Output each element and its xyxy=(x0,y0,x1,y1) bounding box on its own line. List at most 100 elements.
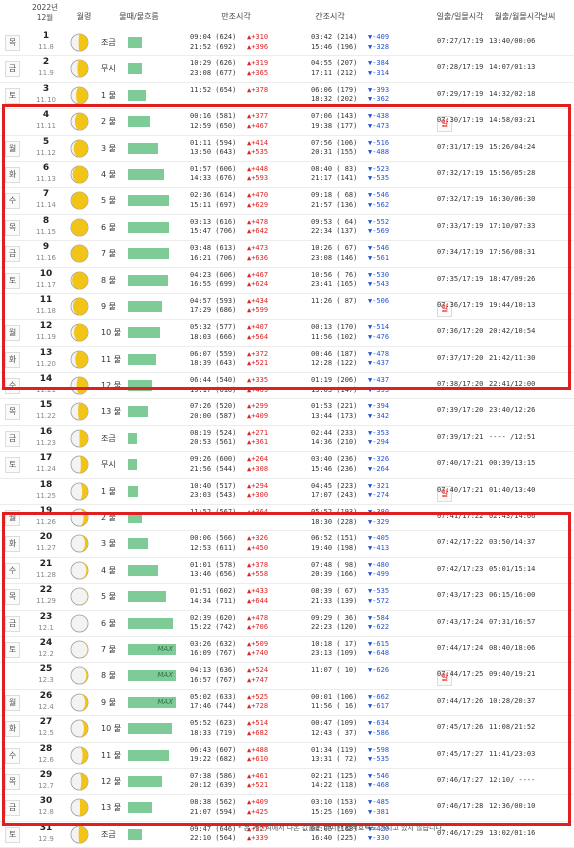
moonrise-moonset: 14:07/01:13 xyxy=(489,63,536,72)
moon-phase-icon xyxy=(70,614,89,633)
table-row: 일 11 11.18 9 물 04:57 (593) 17:29 (686) ▲+434 ▲+… xyxy=(0,294,574,321)
high-tide-time-line: 11:52 (567) xyxy=(190,508,237,517)
low-tide-time-line: 13:31 ( 72) xyxy=(311,755,358,764)
moonrise-moonset: 07:31/16:57 xyxy=(489,617,536,626)
low-tide-time-line: 18:30 (228) xyxy=(311,517,358,526)
table-row: 월 26 12.4 9 물 MAX 05:02 (633) 17:46 (744) ▲+525… xyxy=(0,690,574,717)
tide-strength-bar xyxy=(128,432,137,444)
high-tide-time-line: 01:11 (594) xyxy=(190,138,237,147)
sunrise-sunset: 07:27/17:19 xyxy=(437,37,484,45)
high-tide-diff-line: ▲+461 xyxy=(247,771,269,780)
sunrise-sunset: 07:30/17:19 xyxy=(437,116,484,125)
table-row: 수 7 11.14 5 물 02:36 (614) 15:11 (697) ▲+470 ▲+6… xyxy=(0,188,574,215)
low-tide-diff-line: ▼-543 xyxy=(368,280,390,289)
lunar-date: 12.3 xyxy=(38,676,54,685)
high-tide-time-line: 06:43 (607) xyxy=(190,745,237,754)
low-tide-diff-line: ▼-405 xyxy=(368,534,390,543)
high-tide-diff: ▲+478 ▲+642 xyxy=(247,218,268,237)
low-tide-diff-line: ▼-393 xyxy=(368,385,390,394)
header-low-tide: 간조시각 xyxy=(315,12,345,21)
high-tide-time: 04:57 (593) 17:29 (686) xyxy=(190,297,236,316)
moonrise-moonset: 02:43/14:06 xyxy=(489,512,536,521)
high-tide-diff-line: ▲+525 xyxy=(247,692,269,701)
low-tide-time-line: 19:38 (177) xyxy=(311,121,358,130)
high-tide-time: 04:13 (636) 16:57 (767) xyxy=(190,666,236,685)
high-tide-time-line: 14:33 (676) xyxy=(190,174,237,183)
high-tide-diff-line: ▲+740 xyxy=(247,649,269,658)
lunar-date: 11.22 xyxy=(35,412,57,421)
sunrise-sunset: 07:42/17:23 xyxy=(437,564,484,573)
low-tide-time-line: 15:46 (236) xyxy=(311,464,358,473)
header-phase: 월령 xyxy=(76,12,92,21)
low-tide-time-line: 10:26 ( 67) xyxy=(311,244,358,253)
day-of-week-badge: 목 xyxy=(5,773,20,790)
high-tide-time-line: 00:16 (581) xyxy=(190,112,237,121)
table-row: 화 13 11.20 11 물 06:07 (559) 18:39 (643) ▲+372 ▲… xyxy=(0,347,574,374)
moonrise-moonset: 14:58/03:21 xyxy=(489,116,536,125)
day-number: 19 xyxy=(39,506,53,517)
high-tide-diff: ▲+478 ▲+706 xyxy=(247,614,268,633)
low-tide-diff-line: ▼-409 xyxy=(368,33,390,41)
high-tide-diff: ▲+473 ▲+636 xyxy=(247,244,268,263)
low-tide-time-line: 02:21 (125) xyxy=(311,771,358,780)
day-number: 5 xyxy=(42,136,50,147)
high-tide-time: 03:13 (616) 15:47 (706) xyxy=(190,218,236,237)
tide-strength-bar xyxy=(128,723,172,735)
high-tide-time: 09:26 (600) 21:56 (544) xyxy=(190,455,236,474)
high-tide-diff: ▲+299 ▲+409 xyxy=(247,402,268,421)
day-number: 14 xyxy=(39,374,53,385)
low-tide-time-line: 06:52 (151) xyxy=(311,534,358,543)
low-tide-diff: ▼-384 ▼-314 xyxy=(368,59,389,78)
tide-age-label: 9 물 xyxy=(101,697,116,707)
tide-age-label: 2 물 xyxy=(101,513,116,523)
high-tide-time-line: 04:13 (636) xyxy=(190,666,237,675)
tide-age-label: 조금 xyxy=(101,433,116,443)
high-tide-diff-line: ▲+450 xyxy=(247,543,269,552)
low-tide-time-line: 00:46 (187) xyxy=(311,349,358,358)
low-tide-time-line: 23:08 (146) xyxy=(311,253,358,262)
sunrise-sunset: 07:42/17:22 xyxy=(437,538,484,547)
low-tide-diff-line: ▼-413 xyxy=(368,543,390,552)
high-tide-time-line: 05:32 (577) xyxy=(190,323,237,332)
day-of-week-badge: 수 xyxy=(5,562,20,579)
low-tide-time: 10:18 ( 17) 23:13 (109) xyxy=(311,640,357,659)
table-row: 수 21 11.28 4 물 01:01 (578) 13:46 (656) ▲+378 ▲+… xyxy=(0,558,574,585)
day-of-week-badge: 목 xyxy=(5,35,20,51)
table-row: 화 27 12.5 10 물 05:52 (623) 18:33 (719) ▲+514 ▲+… xyxy=(0,716,574,743)
tide-age-label: 11 물 xyxy=(101,750,122,760)
low-tide-time: 07:56 (106) 20:31 (155) xyxy=(311,139,357,158)
tide-age-label: 무시 xyxy=(101,460,116,470)
moonrise-moonset: 09:40/19:21 xyxy=(489,670,536,679)
sunrise-sunset: 07:46/17:27 xyxy=(437,775,484,784)
high-tide-time: 07:38 (586) 20:12 (639) xyxy=(190,772,236,791)
table-row: 목 1 11.8 조금 09:04 (624) 21:52 (692) ▲+310 ▲+396… xyxy=(0,30,574,57)
high-tide-diff: ▲+525 ▲+728 xyxy=(247,693,268,712)
moonrise-moonset: 11:08/21:52 xyxy=(489,723,536,732)
low-tide-diff-line: ▼-394 xyxy=(368,402,390,411)
moonrise-moonset: 22:41/12:00 xyxy=(489,380,536,389)
lunar-date: 11.13 xyxy=(35,174,57,183)
lunar-date: 11.19 xyxy=(35,333,57,342)
sunrise-sunset: 07:44/17:24 xyxy=(437,643,484,652)
high-tide-diff-line: ▲+642 xyxy=(247,227,269,236)
low-tide-time: 04:55 (207) 17:11 (212) xyxy=(311,59,357,78)
high-tide-time-line: 00:06 (566) xyxy=(190,534,237,543)
low-tide-time-line: 11:56 ( 16) xyxy=(311,702,358,711)
day-of-week-badge: 토 xyxy=(5,87,20,104)
moon-phase-icon xyxy=(70,640,89,659)
tide-strength-bar xyxy=(128,538,148,550)
low-tide-time: 10:56 ( 76) 23:41 (165) xyxy=(311,271,357,290)
moonrise-moonset: 18:47/09:26 xyxy=(489,274,536,283)
low-tide-diff-line: ▼-506 xyxy=(368,296,390,305)
table-row: 일 4 11.11 2 물 00:16 (581) 12:59 (650) ▲+377 ▲+4… xyxy=(0,109,574,136)
low-tide-diff-line: ▼-438 xyxy=(368,112,390,121)
tide-strength-bar xyxy=(128,749,169,761)
day-number: 1 xyxy=(42,31,50,41)
low-tide-time-line: 12:28 (122) xyxy=(311,359,358,368)
high-tide-time-line: 23:03 (543) xyxy=(190,491,237,500)
moon-phase-icon xyxy=(70,746,89,765)
table-header: 2022년 12월 월령 물때/물흐름 만조시각 간조시각 일출/일몰시각 월출… xyxy=(0,0,574,30)
high-tide-diff-line: ▲+425 xyxy=(247,807,269,816)
high-tide-diff-line: ▲+448 xyxy=(247,164,269,173)
high-tide-diff-line: ▲+378 xyxy=(247,85,269,94)
